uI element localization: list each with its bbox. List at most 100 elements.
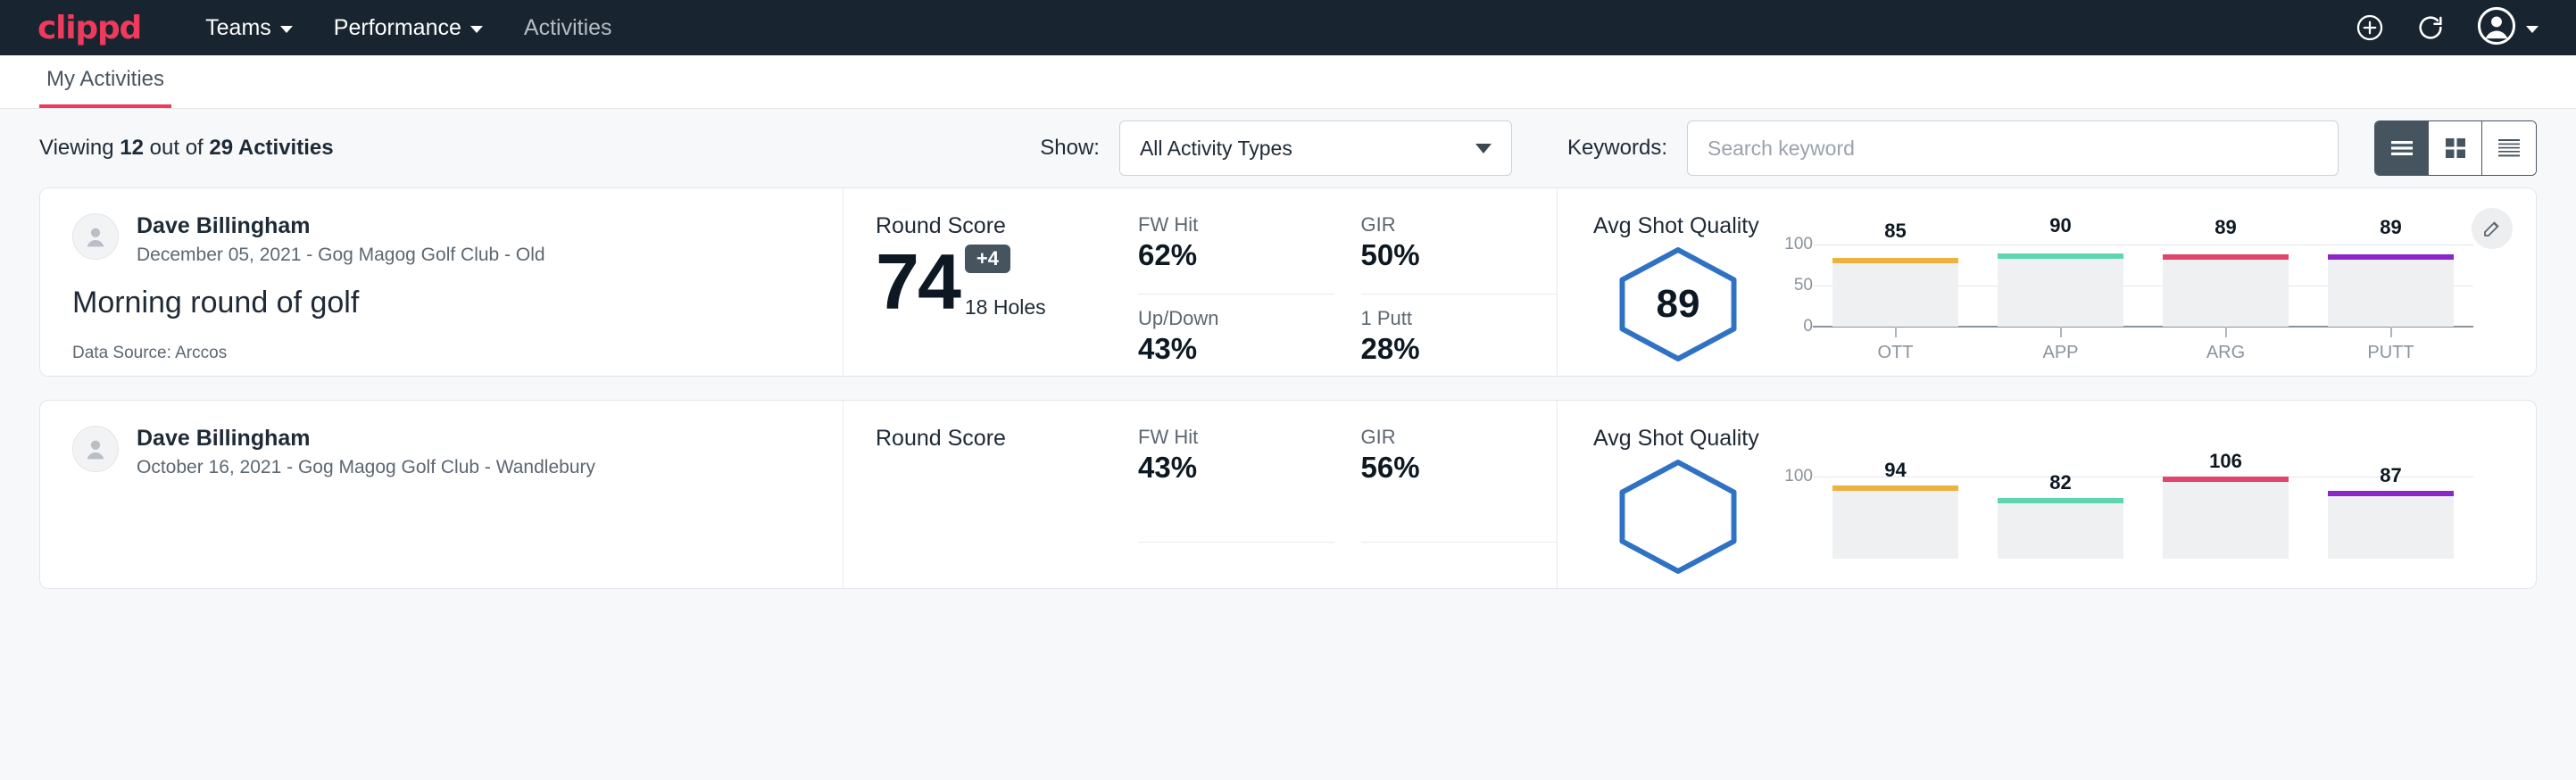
round-score-label: Round Score	[876, 213, 1138, 239]
viewing-count: 12	[120, 136, 144, 160]
shot-quality-chart: 100 50 0 85	[1763, 241, 2473, 357]
plus-circle-icon[interactable]	[2355, 12, 2385, 43]
chevron-down-icon	[1475, 144, 1492, 154]
account-menu[interactable]	[2476, 5, 2539, 51]
stat-up-down-value: 43%	[1138, 332, 1308, 366]
chevron-down-icon	[280, 26, 293, 33]
bar-arg: 89	[2143, 241, 2308, 327]
view-toggle-compact[interactable]	[2482, 121, 2536, 175]
activity-type-select[interactable]: All Activity Types	[1119, 120, 1512, 176]
bar-ott: 85	[1813, 241, 1978, 327]
tab-my-activities[interactable]: My Activities	[39, 67, 171, 108]
bar-app-value: 90	[2049, 214, 2071, 237]
stat-fw-hit-value: 62%	[1138, 238, 1308, 272]
stat-gir: GIR 50%	[1361, 213, 1558, 295]
top-navbar: clippd Teams Performance Activities	[0, 0, 2576, 55]
xtick-ott-label: OTT	[1878, 343, 1914, 363]
nav-item-performance[interactable]: Performance	[334, 15, 483, 41]
nav-item-activities-label: Activities	[524, 15, 612, 41]
stat-gir-value: 56%	[1361, 451, 1531, 485]
tick-mark	[2225, 327, 2227, 337]
round-score-panel: Round Score	[843, 401, 1138, 588]
bar-ott-rect	[1832, 485, 1958, 559]
view-toggle-grid[interactable]	[2429, 121, 2482, 175]
stat-gir-label: GIR	[1361, 426, 1531, 449]
bar-arg-cap	[2163, 254, 2289, 260]
stat-fw-hit-label: FW Hit	[1138, 213, 1308, 236]
stat-fw-hit-value: 43%	[1138, 451, 1308, 485]
view-toggle-list[interactable]	[2375, 121, 2429, 175]
bar-ott-cap	[1832, 258, 1958, 263]
stat-gir-label: GIR	[1361, 213, 1531, 236]
chart-y-axis: 100	[1772, 453, 1813, 539]
search-input[interactable]	[1687, 120, 2339, 176]
stat-up-down: Up/Down 43%	[1138, 295, 1334, 377]
bar-arg-cap	[2163, 477, 2289, 482]
stat-gir: GIR 56%	[1361, 426, 1558, 543]
brand-logo[interactable]: clippd	[37, 10, 141, 46]
y-tick-50: 50	[1794, 276, 1813, 295]
bar-putt-cap	[2328, 491, 2454, 496]
activity-list: Dave Billingham December 05, 2021 - Gog …	[0, 187, 2576, 589]
viewing-middle: out of	[150, 136, 204, 160]
bar-app: 90	[1978, 241, 2143, 327]
chart-bars: 85 90	[1813, 241, 2473, 327]
bar-app-cap	[1998, 498, 2123, 503]
viewing-summary: Viewing 12 out of 29 Activities	[39, 136, 334, 161]
viewing-prefix: Viewing	[39, 136, 114, 160]
navbar-actions	[2355, 5, 2539, 51]
xtick-putt: PUTT	[2308, 327, 2473, 363]
y-tick-0: 0	[1803, 317, 1813, 336]
quality-score-value: 89	[1657, 282, 1700, 327]
activity-card[interactable]: Dave Billingham December 05, 2021 - Gog …	[39, 187, 2537, 377]
stat-gir-value: 50%	[1361, 238, 1531, 272]
avatar	[72, 426, 119, 472]
bar-arg: 106	[2143, 453, 2308, 559]
chart-x-ticks: OTT APP ARG	[1813, 327, 2473, 363]
nav-item-performance-label: Performance	[334, 15, 461, 41]
round-score-value: 74	[876, 245, 960, 319]
round-score-label: Round Score	[876, 426, 1138, 452]
activity-title: Morning round of golf	[72, 286, 810, 320]
chevron-down-icon	[2526, 26, 2539, 33]
stat-up-down-label: Up/Down	[1138, 307, 1308, 330]
xtick-app-label: APP	[2042, 343, 2078, 363]
bar-putt-value: 87	[2380, 464, 2401, 487]
round-score-panel: Round Score 74 +4 18 Holes	[843, 188, 1138, 376]
pencil-icon	[2481, 218, 2503, 239]
refresh-icon[interactable]	[2415, 12, 2446, 43]
stat-one-putt-label: 1 Putt	[1361, 307, 1531, 330]
activity-meta: October 16, 2021 - Gog Magog Golf Club -…	[137, 457, 595, 478]
bar-putt: 89	[2308, 241, 2473, 327]
bar-ott-rect	[1832, 258, 1958, 327]
nav-item-activities[interactable]: Activities	[524, 15, 612, 41]
bar-app-cap	[1998, 253, 2123, 259]
xtick-arg-label: ARG	[2206, 343, 2245, 363]
activity-summary: Dave Billingham October 16, 2021 - Gog M…	[40, 401, 843, 588]
tick-mark	[1895, 327, 1897, 337]
stat-fw-hit: FW Hit 43%	[1138, 426, 1334, 543]
xtick-app: APP	[1978, 327, 2143, 363]
round-stats: FW Hit 62% GIR 50% Up/Down 43% 1 Putt 28…	[1138, 188, 1558, 376]
score-to-par-badge: +4	[965, 245, 1010, 273]
bar-app-rect	[1998, 253, 2123, 327]
round-score-row: 74 +4 18 Holes	[876, 245, 1138, 319]
chart-y-axis: 100 50 0	[1772, 241, 1813, 327]
keywords-label: Keywords:	[1567, 136, 1667, 161]
chevron-down-icon	[470, 26, 483, 33]
xtick-putt-label: PUTT	[2367, 343, 2414, 363]
stat-one-putt-value: 28%	[1361, 332, 1531, 366]
chart-plot-area: 85 90	[1813, 241, 2473, 357]
primary-nav: Teams Performance Activities	[205, 15, 611, 41]
edit-activity-button[interactable]	[2472, 208, 2513, 249]
nav-item-teams[interactable]: Teams	[205, 15, 293, 41]
bar-putt-rect	[2328, 254, 2454, 327]
holes-played: 18 Holes	[965, 295, 1046, 319]
chart-bars: 94 82	[1813, 453, 2473, 559]
player-name: Dave Billingham	[137, 426, 595, 452]
activity-author: Dave Billingham October 16, 2021 - Gog M…	[72, 426, 810, 478]
avg-shot-quality-panel: Avg Shot Quality 89 100 50 0	[1558, 188, 2536, 376]
activity-card[interactable]: Dave Billingham October 16, 2021 - Gog M…	[39, 400, 2537, 589]
bar-ott-cap	[1832, 485, 1958, 491]
bar-ott-value: 85	[1884, 220, 1906, 243]
